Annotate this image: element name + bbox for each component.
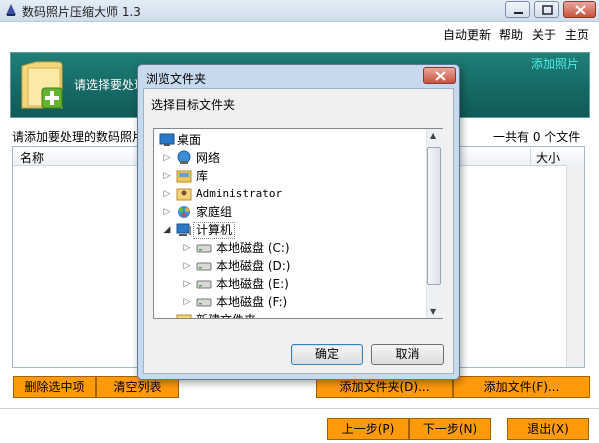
expand-arrow-icon[interactable]: ▷	[162, 185, 172, 203]
expand-arrow-icon[interactable]: ▷	[162, 167, 172, 185]
drive-icon	[196, 262, 212, 271]
menu-about[interactable]: 关于	[532, 26, 556, 43]
drive-icon	[196, 244, 212, 253]
file-count: 一共有 0 个文件	[493, 130, 581, 144]
user-folder-icon	[176, 188, 192, 201]
prev-step-button[interactable]: 上一步(P)	[327, 418, 409, 440]
next-step-button[interactable]: 下一步(N)	[409, 418, 491, 440]
column-name-header[interactable]: 名称	[20, 149, 44, 166]
expand-arrow-icon[interactable]: ▷	[162, 203, 172, 221]
maximize-button[interactable]	[534, 1, 559, 18]
list-hint: 请添加要处理的数码照片	[12, 130, 145, 144]
expand-arrow-icon[interactable]: ▷	[182, 257, 192, 275]
drive-icon	[196, 298, 212, 307]
add-folder-icon	[21, 61, 63, 109]
tree-label: 家庭组	[196, 205, 233, 219]
app-icon	[6, 4, 16, 16]
scroll-up-icon[interactable]: ▲	[430, 131, 436, 140]
tree-label: 本地磁盘 (D:)	[216, 259, 291, 273]
expand-arrow-icon[interactable]: ▷	[182, 239, 192, 257]
expand-arrow-icon[interactable]: ▷	[162, 149, 172, 167]
folder-tree[interactable]: 桌面 ▷ 网络 ▷ 库 ▷ Administrator ▷ 家庭组 ◢ 计算机 …	[153, 128, 443, 319]
column-size-header[interactable]: 大小	[536, 149, 560, 166]
exit-button[interactable]: 退出(X)	[507, 418, 589, 440]
column-separator[interactable]	[530, 147, 531, 165]
tree-label: 本地磁盘 (E:)	[216, 277, 289, 291]
expand-arrow-icon[interactable]: ▷	[182, 293, 192, 311]
tree-scroll-thumb[interactable]	[427, 147, 441, 285]
add-file-button[interactable]: 添加文件(F)...	[453, 376, 590, 398]
dialog-prompt: 选择目标文件夹	[151, 98, 236, 112]
dialog-close-button[interactable]	[423, 67, 456, 84]
menu-auto-update[interactable]: 自动更新	[443, 26, 491, 43]
menu-help[interactable]: 帮助	[499, 26, 523, 43]
desktop-icon	[159, 133, 175, 146]
drive-icon	[196, 280, 212, 289]
scroll-down-icon[interactable]: ▼	[430, 307, 436, 316]
delete-selected-button[interactable]: 删除选中项	[13, 376, 96, 398]
tree-label: 本地磁盘 (C:)	[216, 241, 290, 255]
dialog-title: 浏览文件夹	[146, 72, 207, 86]
ok-button[interactable]: 确定	[291, 344, 363, 365]
tree-label: Administrator	[196, 187, 283, 200]
close-button[interactable]	[563, 1, 596, 18]
expand-arrow-icon[interactable]: ▷	[182, 275, 192, 293]
library-icon	[176, 170, 192, 183]
add-photo-link[interactable]: 添加照片	[531, 55, 579, 72]
window-title: 数码照片压缩大师 1.3	[22, 5, 141, 19]
banner-text: 请选择要处理	[74, 78, 147, 92]
tree-label: 本地磁盘 (F:)	[216, 295, 288, 309]
homegroup-icon	[178, 206, 190, 218]
tree-label: 计算机	[193, 222, 236, 239]
folder-icon	[176, 314, 192, 318]
tree-label: 桌面	[177, 133, 202, 147]
tree-label: 库	[196, 169, 209, 183]
network-icon	[177, 150, 191, 164]
computer-icon	[176, 223, 191, 236]
minimize-button[interactable]	[505, 1, 530, 18]
divider	[0, 408, 599, 409]
menu-home[interactable]: 主页	[565, 26, 589, 43]
tree-label: 网络	[196, 151, 221, 165]
list-scrollbar[interactable]	[566, 165, 584, 367]
collapse-arrow-icon[interactable]: ◢	[162, 221, 172, 239]
cancel-button[interactable]: 取消	[371, 344, 444, 365]
tree-label: 新建文件夹	[196, 311, 256, 318]
